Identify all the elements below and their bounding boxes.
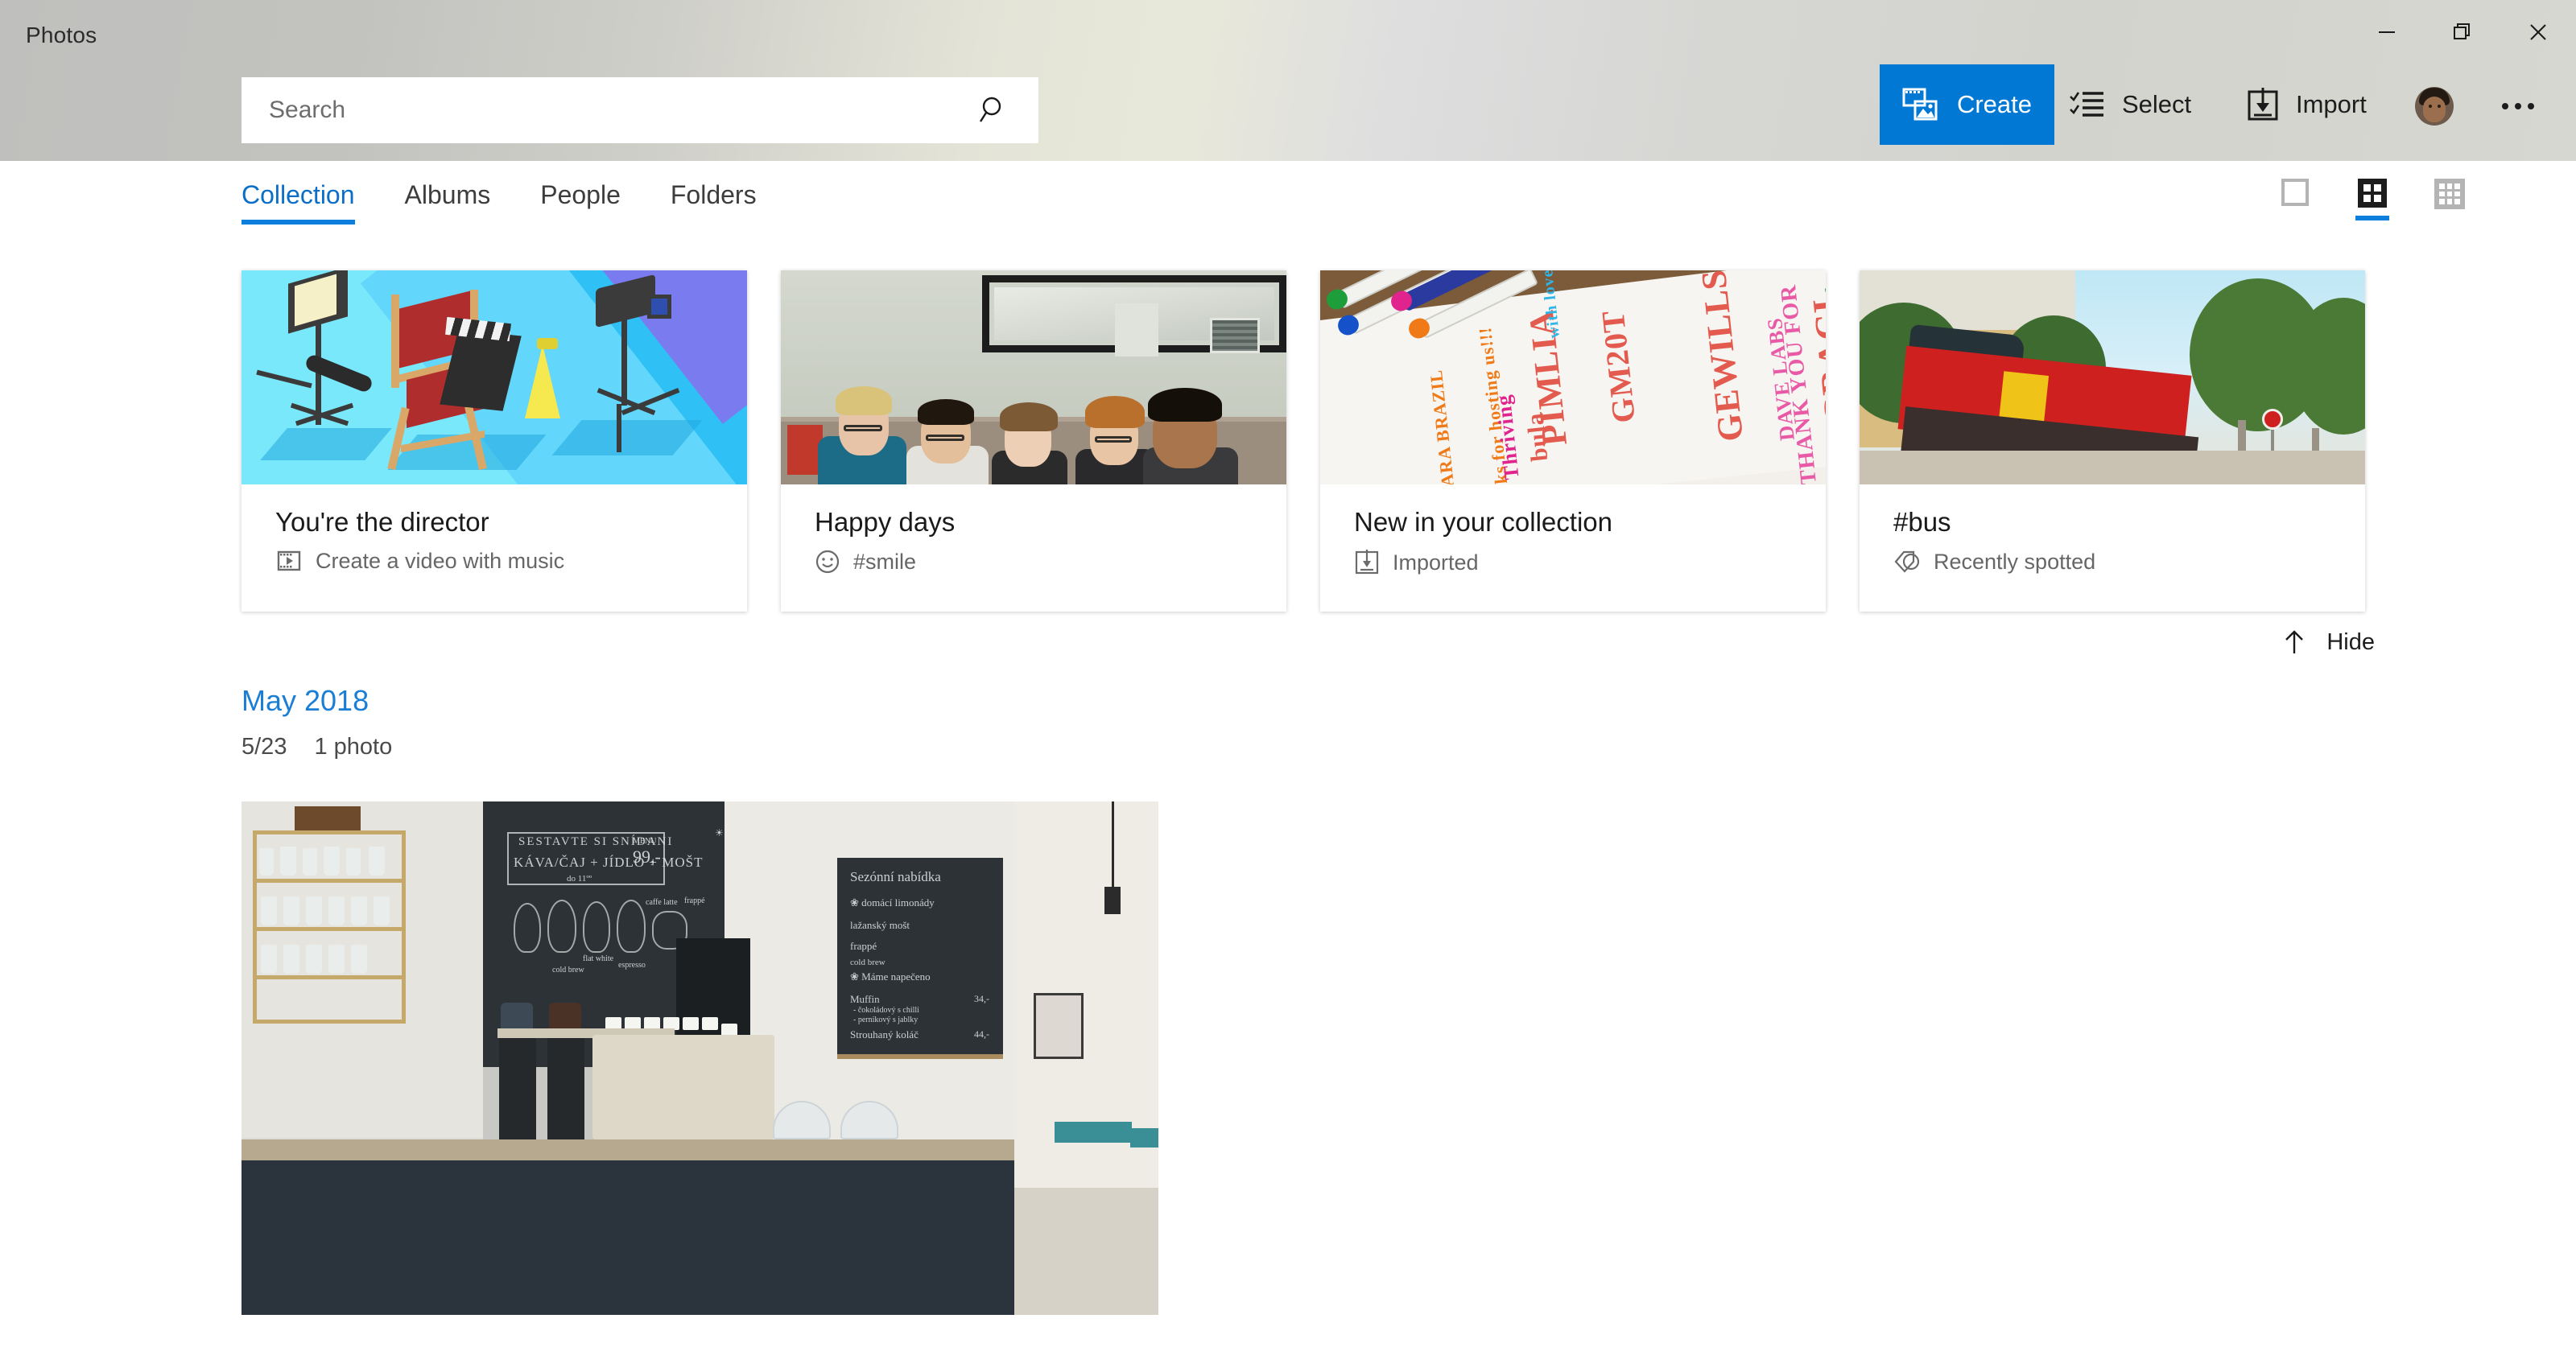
grid-3x3-icon: [2434, 179, 2465, 209]
day-label: 5/23: [242, 734, 287, 760]
avatar-face: [2423, 97, 2446, 122]
close-icon: [2530, 24, 2546, 40]
single-square-icon: [2281, 179, 2309, 206]
hide-button-label: Hide: [2326, 628, 2375, 655]
search-input[interactable]: Search: [242, 97, 977, 124]
card-bus[interactable]: #bus Recently spotted: [1860, 270, 2365, 612]
arrow-up-icon: [2285, 630, 2304, 653]
month-heading[interactable]: May 2018: [242, 684, 392, 718]
create-video-icon: [1902, 88, 1938, 121]
select-checklist-icon: [2070, 92, 2103, 117]
nav-tabs: Collection Albums People Folders: [242, 169, 807, 225]
create-button[interactable]: Create: [1880, 64, 2054, 145]
cafe-interior-image: SESTAVTE SI SNÍDANI KÁVA/ČAJ + JÍDLO + M…: [242, 801, 1158, 1315]
create-button-label: Create: [1956, 90, 2033, 118]
card-subtitle-row: Recently spotted: [1893, 549, 2331, 575]
avatar[interactable]: [2415, 87, 2454, 126]
tab-people-label: People: [540, 180, 621, 209]
card-body: #bus Recently spotted: [1860, 484, 2365, 575]
card-title: You're the director: [275, 507, 489, 537]
card-thumbnail[interactable]: [1860, 270, 2365, 484]
card-title: New in your collection: [1354, 507, 1612, 537]
card-happy-days[interactable]: Happy days #smile: [781, 270, 1286, 612]
hide-button[interactable]: Hide: [2280, 628, 2375, 657]
view-toggle-small[interactable]: [2428, 174, 2471, 225]
import-download-icon: [2248, 88, 2278, 121]
more-ellipsis-icon: [2515, 103, 2521, 109]
import-download-icon: [1355, 550, 1379, 575]
card-subtitle-row: Imported: [1354, 549, 1792, 576]
tab-albums-label: Albums: [404, 180, 491, 209]
smiley-face-icon: [815, 550, 840, 574]
avatar-eye-right: [2438, 105, 2441, 108]
select-button-label: Select: [2122, 90, 2192, 118]
card-title: #bus: [1893, 507, 1951, 537]
tab-collection[interactable]: Collection: [242, 169, 355, 225]
minimize-button[interactable]: [2349, 0, 2425, 64]
film-set-illustration: [242, 270, 747, 484]
more-ellipsis-icon: [2528, 103, 2534, 109]
markers-on-signed-paper: PIMLIA GM20T GEWILLS THANK YOU FOR DAVE …: [1320, 270, 1826, 484]
card-thumbnail[interactable]: [242, 270, 747, 484]
minimize-icon: [2379, 31, 2395, 33]
tab-people[interactable]: People: [540, 169, 621, 225]
more-ellipsis-icon: [2502, 103, 2508, 109]
restore-icon: [2454, 23, 2470, 39]
view-toggle-medium[interactable]: [2351, 174, 2394, 225]
card-subtitle-row: Create a video with music: [275, 549, 713, 574]
group-photo-on-couch: [781, 270, 1286, 484]
card-body: You're the director Create a video with …: [242, 484, 747, 574]
card-body: Happy days #smile: [781, 484, 1286, 575]
card-subtitle: Imported: [1393, 550, 1479, 575]
close-button[interactable]: [2500, 0, 2576, 64]
red-sightseeing-bus: [1860, 270, 2365, 484]
import-button-label: Import: [2296, 90, 2367, 118]
window-controls: [2349, 0, 2576, 64]
magnifier-glyph: [979, 97, 1001, 122]
card-title: Happy days: [815, 507, 956, 537]
app-title: Photos: [26, 23, 97, 47]
card-subtitle: Create a video with music: [316, 549, 565, 573]
grid-2x2-icon: [2358, 179, 2387, 208]
search-box[interactable]: Search: [242, 77, 1038, 143]
card-subtitle: Recently spotted: [1934, 549, 2096, 574]
card-new-in-your-collection[interactable]: PIMLIA GM20T GEWILLS THANK YOU FOR DAVE …: [1320, 270, 1826, 612]
restore-button[interactable]: [2425, 0, 2500, 64]
card-body: New in your collection Imported: [1320, 484, 1826, 576]
card-thumbnail[interactable]: [781, 270, 1286, 484]
photo-thumbnail-cafe[interactable]: SESTAVTE SI SNÍDANI KÁVA/ČAJ + JÍDLO + M…: [242, 801, 1158, 1315]
tab-albums[interactable]: Albums: [405, 169, 491, 225]
search-icon[interactable]: [977, 94, 1038, 126]
avatar-eye-left: [2429, 105, 2432, 108]
card-subtitle: #smile: [853, 549, 917, 574]
view-toggle-large[interactable]: [2273, 174, 2317, 225]
memory-cards-row: You're the director Create a video with …: [242, 270, 2365, 612]
more-options-button[interactable]: [2496, 87, 2541, 126]
tag-icon: [1894, 550, 1920, 573]
day-meta: 5/23 1 photo: [242, 734, 392, 760]
title-bar: Photos Search Create Select Import: [0, 0, 2576, 161]
photo-count: 1 photo: [314, 734, 393, 760]
tab-collection-label: Collection: [242, 180, 355, 209]
tab-folders-label: Folders: [670, 180, 757, 209]
nav-bar: Collection Albums People Folders: [0, 161, 2576, 241]
select-button[interactable]: Select: [2069, 64, 2191, 145]
card-youre-the-director[interactable]: You're the director Create a video with …: [242, 270, 747, 612]
card-thumbnail[interactable]: PIMLIA GM20T GEWILLS THANK YOU FOR DAVE …: [1320, 270, 1826, 484]
tab-folders[interactable]: Folders: [671, 169, 757, 225]
card-subtitle-row: #smile: [815, 549, 1253, 575]
video-film-icon: [277, 550, 301, 571]
timeline-header: May 2018 5/23 1 photo: [242, 684, 392, 760]
view-size-toggles: [2273, 174, 2471, 225]
import-button[interactable]: Import: [2246, 64, 2367, 145]
